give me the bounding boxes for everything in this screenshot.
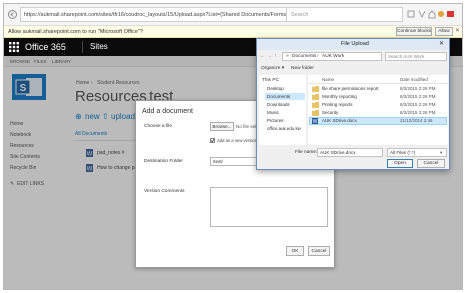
forward-arrow-icon[interactable]: → [267,52,272,60]
file-row-date: 8/3/2015 2:26 PM [400,102,436,107]
browser-search[interactable]: Search [286,7,403,22]
nav-pictures[interactable]: Pictures [267,117,284,124]
file-name-input[interactable]: AUK SDrive.docx [317,148,383,157]
destination-label: Destination Folder [144,159,183,164]
dialog-title: Add a document [142,108,193,115]
nav-documents[interactable]: Documents [267,93,290,100]
column-name[interactable]: Name [322,76,334,83]
browser-search-placeholder: Search [291,12,309,18]
file-upload-dialog: File Upload ✕ ← → ↑ » Documents › AUK Wo… [256,38,450,170]
suite-sites-link[interactable]: Sites [90,40,108,54]
file-row-name[interactable]: Monthly reporting [322,93,398,101]
infobar-message: Allow aukmail.sharepoint.com to run "Mic… [8,29,143,35]
allow-button[interactable]: Allow [435,27,453,36]
path-auk-work[interactable]: AUK Work [322,53,344,61]
file-name-value: AUK SDrive.docx [320,150,356,155]
browser-toolbar-icons [407,9,457,19]
file-row-date: 21/12/2014 2:46 [400,118,433,123]
file-path-bar[interactable]: » Documents › AUK Work [282,52,382,61]
version-comments-field[interactable] [210,187,328,227]
suite-app-name[interactable]: Office 365 [25,40,66,54]
word-doc-icon: W [312,118,318,124]
file-type-value: All Files (*.*) [390,150,416,155]
folder-icon [312,86,319,92]
file-cancel-button[interactable]: Cancel [417,159,445,168]
browse-button[interactable]: Browse... [210,122,234,131]
path-separator-icon: › [317,54,319,59]
destination-field[interactable]: /test/ [210,157,258,166]
choose-file-label: Choose a file [144,124,172,129]
continue-blocking-button[interactable]: Continue blocking [396,27,432,36]
nav-this-pc[interactable]: This PC [262,77,279,84]
address-text: https://aukmail.sharepoint.com/sites/tfr… [24,12,286,18]
destination-value: /test/ [213,159,223,164]
folder-icon [312,110,319,116]
close-icon[interactable]: ✕ [439,39,444,49]
file-row-name[interactable]: Security [322,109,398,117]
close-icon[interactable]: ✕ [455,26,460,36]
file-upload-title: File Upload [341,41,369,47]
file-search-placeholder: Search AUK Work [388,54,425,59]
column-header-rule [308,83,448,84]
back-icon[interactable] [8,10,17,19]
file-name-label: File name: [295,150,318,155]
file-row-name[interactable]: Printing reports [322,101,398,109]
cancel-button[interactable]: Cancel [308,246,330,256]
folder-icon [312,94,319,100]
nav-network-drive[interactable]: office.auk.edu.kw [267,125,305,132]
file-list: Name Date modified file share permission… [308,75,448,145]
suite-divider [82,41,83,53]
svg-text:W: W [313,119,318,124]
folder-icon [312,102,319,108]
version-comments-label: Version Comments [144,189,185,194]
file-type-select[interactable]: All Files (*.*) ▾ [387,148,447,157]
file-upload-titlebar: File Upload ✕ [257,39,449,50]
new-folder-button[interactable]: New folder [291,65,314,73]
back-arrow-icon[interactable]: ← [260,52,265,60]
file-search-box[interactable]: Search AUK Work [385,52,447,61]
nav-music[interactable]: Music [267,109,279,116]
file-row-name[interactable]: AUK SDrive.docx [322,117,398,125]
app-launcher-icon[interactable] [9,42,19,52]
nav-desktop[interactable]: Desktop [267,85,284,92]
nav-downloads[interactable]: Downloads [267,101,290,108]
chevron-down-icon: ▾ [440,150,443,155]
path-sep-icon: » [286,54,289,59]
file-row-name[interactable]: file share permissions report [322,85,398,93]
no-file-text: No file selected. [236,124,258,129]
add-version-checkbox[interactable] [210,138,215,143]
address-bar[interactable]: https://aukmail.sharepoint.com/sites/tfr… [20,7,290,22]
ok-button[interactable]: OK [286,246,304,256]
column-date-modified[interactable]: Date modified [400,76,428,83]
open-button[interactable]: Open [387,159,413,168]
organize-menu[interactable]: Organize ▾ [261,65,284,73]
file-row-date: 8/3/2015 2:26 PM [400,110,436,115]
up-arrow-icon[interactable]: ↑ [274,52,277,60]
nav-pane: This PC Desktop Documents Downloads Musi… [259,75,306,145]
add-version-label: Add as a new version to existing files [217,138,257,143]
plugin-infobar: Allow aukmail.sharepoint.com to run "Mic… [4,26,462,38]
path-documents[interactable]: Documents [292,53,316,61]
file-row-date: 8/3/2015 2:26 PM [400,94,436,99]
file-row-date: 8/3/2015 2:26 PM [400,86,436,91]
